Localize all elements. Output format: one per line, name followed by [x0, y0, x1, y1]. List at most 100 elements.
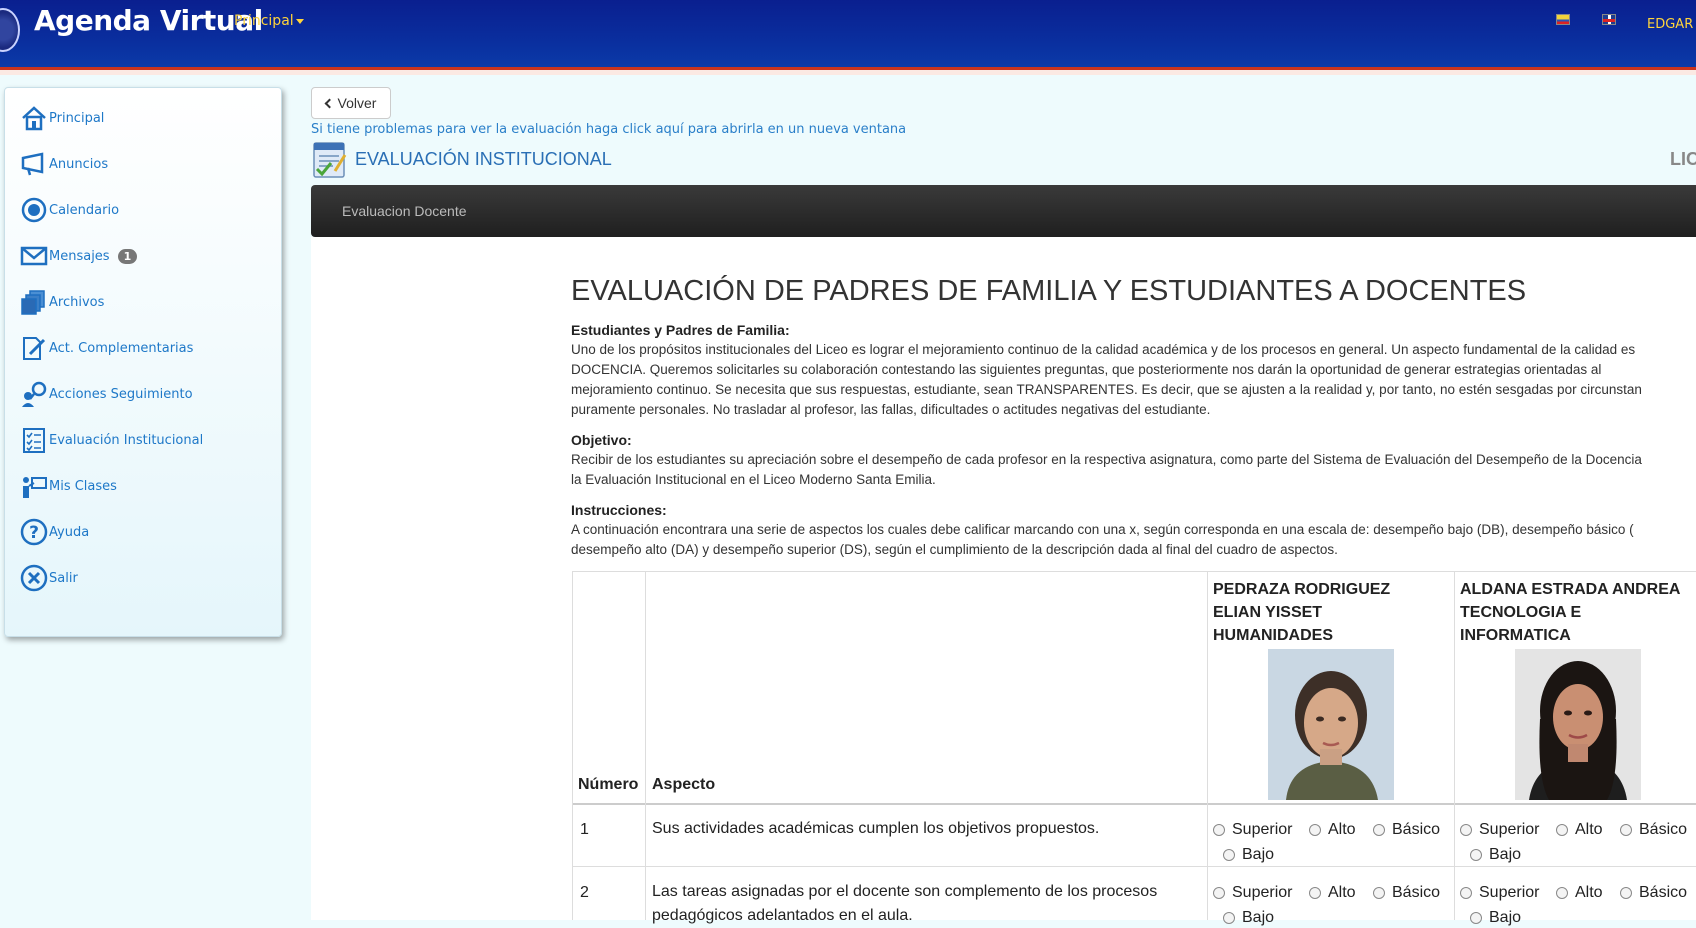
radio-bajo[interactable]: Bajo	[1223, 846, 1274, 864]
radio-circle[interactable]	[1556, 887, 1568, 899]
radio-alto[interactable]: Alto	[1556, 884, 1603, 902]
user-menu[interactable]: EDGAR A	[1647, 17, 1696, 32]
radio-circle[interactable]	[1213, 887, 1225, 899]
teacher-name-line: ELIAN YISSET	[1213, 604, 1323, 621]
sidebar-item-salir[interactable]: Salir	[19, 558, 274, 598]
files-icon	[19, 287, 49, 317]
svg-text:?: ?	[29, 523, 39, 543]
radio-label: Bajo	[1489, 909, 1522, 926]
sidebar-item-mis-clases[interactable]: Mis Clases	[19, 466, 274, 506]
radio-label: Bajo	[1489, 846, 1522, 863]
radio-superior[interactable]: Superior	[1460, 884, 1539, 902]
row-aspect: Sus actividades académicas cumplen los o…	[652, 817, 1192, 841]
sidebar-item-label: Acciones Seguimiento	[49, 386, 193, 402]
spanish-flag-icon[interactable]	[1556, 14, 1570, 25]
radio-circle[interactable]	[1309, 824, 1321, 836]
sidebar-item-mensajes[interactable]: Mensajes 1	[19, 236, 274, 276]
radio-label: Bajo	[1242, 909, 1275, 926]
radio-basico[interactable]: Básico	[1620, 821, 1687, 839]
radio-bajo[interactable]: Bajo	[1223, 909, 1274, 927]
principal-dropdown-label: Principal	[234, 13, 294, 29]
radio-circle[interactable]	[1213, 824, 1225, 836]
sidebar-item-label: Archivos	[49, 294, 105, 310]
radio-circle[interactable]	[1460, 887, 1472, 899]
teacher-name-line: HUMANIDADES	[1213, 627, 1333, 644]
intro-line: mejoramiento continuo. Se necesita que s…	[571, 382, 1642, 397]
sidebar-item-label: Mis Clases	[49, 478, 117, 494]
row-aspect: Las tareas asignadas por el docente son …	[652, 880, 1192, 928]
sidebar-item-label: Anuncios	[49, 156, 109, 172]
sidebar-item-act-complementarias[interactable]: Act. Complementarias	[19, 328, 274, 368]
teacher-name-line: PEDRAZA RODRIGUEZ	[1213, 581, 1391, 598]
back-button-label: Volver	[337, 95, 377, 111]
row-aspect-line: pedagógicos adelantados en el aula.	[652, 907, 913, 924]
sidebar-item-archivos[interactable]: Archivos	[19, 282, 274, 322]
intro-line: puramente personales. No trasladar al pr…	[571, 402, 1211, 417]
app-brand[interactable]: Agenda Virtual	[34, 4, 263, 37]
teacher-header: ALDANA ESTRADA ANDREA TECNOLOGIA E INFOR…	[1460, 578, 1690, 647]
intro-label: Estudiantes y Padres de Familia:	[571, 322, 790, 338]
evaluation-document-icon	[313, 142, 347, 178]
instructions-label: Instrucciones:	[571, 502, 667, 518]
school-seal-logo	[0, 8, 20, 52]
radio-circle[interactable]	[1460, 824, 1472, 836]
instructions-line: A continuación encontrara una serie de a…	[571, 522, 1634, 537]
radio-label: Alto	[1328, 884, 1356, 901]
sidebar-item-evaluacion-institucional[interactable]: Evaluación Institucional	[19, 420, 274, 460]
radio-basico[interactable]: Básico	[1373, 884, 1440, 902]
english-flag-icon[interactable]	[1602, 14, 1616, 25]
radio-basico[interactable]: Básico	[1620, 884, 1687, 902]
sidebar: Principal Anuncios Calendario Mensajes 1…	[4, 87, 282, 637]
radio-circle[interactable]	[1556, 824, 1568, 836]
teacher-header: PEDRAZA RODRIGUEZ ELIAN YISSET HUMANIDAD…	[1213, 578, 1443, 647]
teacher-name-line: ALDANA ESTRADA ANDREA	[1460, 581, 1681, 598]
table-border	[1207, 571, 1208, 920]
tab-evaluacion-docente[interactable]: Evaluacion Docente	[342, 203, 467, 219]
intro-line: Uno de los propósitos institucionales de…	[571, 342, 1636, 357]
radio-superior[interactable]: Superior	[1460, 821, 1539, 839]
radio-alto[interactable]: Alto	[1556, 821, 1603, 839]
objective-label: Objetivo:	[571, 432, 632, 448]
radio-circle[interactable]	[1223, 849, 1235, 861]
column-header-aspecto: Aspecto	[652, 776, 716, 793]
help-icon: ?	[19, 517, 49, 547]
radio-label: Alto	[1575, 821, 1603, 838]
column-header-numero: Número	[578, 776, 639, 793]
radio-basico[interactable]: Básico	[1373, 821, 1440, 839]
teacher-photo	[1268, 649, 1394, 800]
table-border	[1454, 571, 1455, 920]
radio-alto[interactable]: Alto	[1309, 884, 1356, 902]
radio-circle[interactable]	[1223, 912, 1235, 924]
objective-line: Recibir de los estudiantes su apreciació…	[571, 452, 1642, 467]
radio-circle[interactable]	[1620, 824, 1632, 836]
megaphone-icon	[19, 149, 49, 179]
radio-circle[interactable]	[1373, 824, 1385, 836]
section-header: EVALUACIÓN INSTITUCIONAL LIC	[311, 141, 1696, 181]
radio-label: Básico	[1639, 821, 1688, 838]
sidebar-item-ayuda[interactable]: ? Ayuda	[19, 512, 274, 552]
principal-dropdown[interactable]: Principal	[234, 13, 304, 29]
open-new-window-link[interactable]: Si tiene problemas para ver la evaluació…	[311, 122, 906, 137]
radio-superior[interactable]: Superior	[1213, 884, 1292, 902]
radio-circle[interactable]	[1620, 887, 1632, 899]
radio-circle[interactable]	[1373, 887, 1385, 899]
radio-label: Superior	[1232, 884, 1293, 901]
radio-bajo[interactable]: Bajo	[1470, 909, 1521, 927]
radio-circle[interactable]	[1470, 849, 1482, 861]
table-border	[572, 571, 573, 920]
sidebar-item-label: Principal	[49, 110, 105, 126]
sidebar-item-anuncios[interactable]: Anuncios	[19, 144, 274, 184]
sidebar-item-calendario[interactable]: Calendario	[19, 190, 274, 230]
radio-alto[interactable]: Alto	[1309, 821, 1356, 839]
radio-superior[interactable]: Superior	[1213, 821, 1292, 839]
table-border	[645, 571, 646, 920]
radio-circle[interactable]	[1470, 912, 1482, 924]
checklist-icon	[19, 425, 49, 455]
sidebar-item-principal[interactable]: Principal	[19, 98, 274, 138]
radio-bajo[interactable]: Bajo	[1470, 846, 1521, 864]
radio-label: Superior	[1479, 821, 1540, 838]
radio-label: Bajo	[1242, 846, 1275, 863]
sidebar-item-acciones-seguimiento[interactable]: Acciones Seguimiento	[19, 374, 274, 414]
back-button[interactable]: Volver	[311, 87, 391, 119]
radio-circle[interactable]	[1309, 887, 1321, 899]
